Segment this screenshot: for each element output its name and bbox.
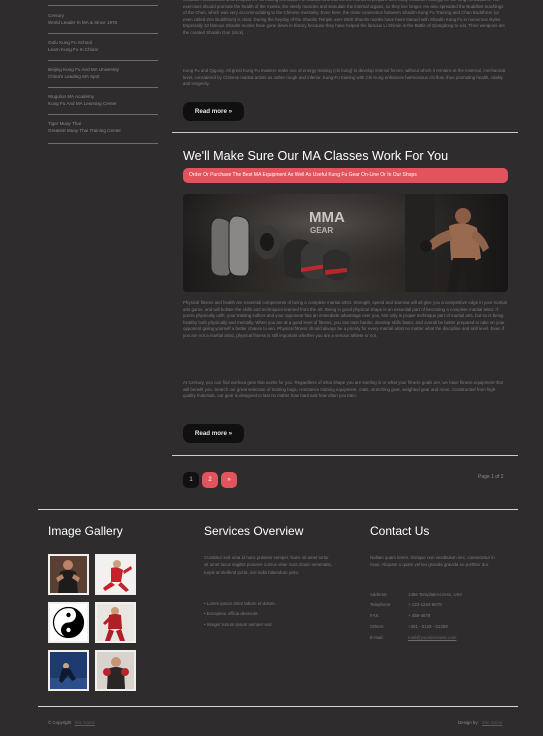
contact-label: Address: [370,592,388,597]
sidebar-item-title: Century [48,13,65,18]
post-divider [172,455,518,456]
sidebar-item-wugulun[interactable]: Wugulun MA Academy Kung Fu And MA Learni… [48,93,158,115]
post-divider [172,132,518,133]
post-title[interactable]: We'll Make Sure Our MA Classes Work For … [183,149,448,163]
gallery-thumb-kung-fu-red[interactable] [95,554,136,595]
gallery-thumb-female-boxer[interactable] [95,650,136,691]
read-more-button[interactable]: Read more » [183,102,244,121]
sidebar-top-divider [48,0,158,6]
sidebar-item-subtitle: Greatest Muay Thai Training Center [48,128,121,133]
page-2-button[interactable]: 2 [202,472,218,488]
services-list: • Lorem ipsum dolor labore et dolore. • … [204,600,332,628]
list-item-text: Excepteur officia deserunt. [206,611,259,617]
contact-address: Address: 1456 TemplateAccess, USA [370,592,462,597]
fighter-woman-image [50,556,87,593]
bottom-divider [38,706,518,707]
sidebar-item-title: Oufu Kung Fu School [48,40,92,45]
list-item-text: Lorem ipsum dolor labore et dolore. [206,601,277,606]
sidebar-item-oufu[interactable]: Oufu Kung Fu School Learn Kung Fu In Chi… [48,39,158,61]
design-by-label: Design by: [458,720,479,725]
contact-text: Nullam quam lorem, tristique non vestibu… [370,555,495,568]
sidebar-item-century[interactable]: Century World Leader In MA & Since 1976 [48,12,158,34]
read-more-button[interactable]: Read more » [183,424,244,443]
sidebar-item-title: Beijing Kung Fu And MA University [48,67,119,72]
sidebar-item-subtitle: China's Leading MA Spot [48,74,100,79]
contact-email: E-mail: mail@yoursitename.com [370,635,456,640]
list-item: • Lorem ipsum dolor labore et dolore. [204,601,277,606]
sidebar: Century World Leader In MA & Since 1976 … [0,0,170,160]
design-credit: Design by: Site Name [458,720,502,725]
next-page-button[interactable]: » [221,472,237,488]
yin-yang-icon [50,604,87,641]
female-boxer-image [97,652,134,689]
sidebar-item-title: Tiger Muay Thai [48,121,81,126]
gallery-heading: Image Gallery [48,524,123,538]
contact-label: E-mail: [370,635,384,640]
list-item-text: Integer rutrum ipsum semper sed. [206,621,273,627]
post1-paragraph-1: condition. Bodhidharma developed the 18 … [183,0,505,35]
sidebar-item-tiger[interactable]: Tiger Muay Thai Greatest Muay Thai Train… [48,120,158,144]
services-text: Curabitur sed urna id nunc pulvinar semp… [204,555,332,575]
contact-label: Others: [370,624,385,629]
contact-value: + 458-4578 [408,613,431,618]
services-heading: Services Overview [204,524,304,538]
mma-gear-illustration: MMA GEAR [183,194,508,292]
sidebar-item-title: Wugulun MA Academy [48,94,95,99]
sidebar-item-subtitle: Learn Kung Fu In China! [48,47,99,52]
page-1-button[interactable]: 1 [183,472,199,488]
image-caption-gear: GEAR [310,226,333,235]
contact-label: Telephone: [370,602,392,607]
copyright-label: © Copyright [48,720,72,725]
contact-label: FAX: [370,613,380,618]
contact-value: +301 - 0125 - 01258 [408,624,448,629]
contact-others: Others: +301 - 0125 - 01258 [370,624,448,629]
email-link[interactable]: mail@yoursitename.com [404,635,456,640]
copyright-text: © Copyright Site Name [48,720,95,725]
design-by-link[interactable]: Site Name [480,720,503,725]
post2-paragraph-2: At Century, you can find workout gear th… [183,380,503,399]
sidebar-item-subtitle: World Leader In MA & Since 1976 [48,20,118,25]
post2-paragraph-1: Physical fitness and health are essentia… [183,300,507,338]
copyright-link[interactable]: Site Name [72,720,95,725]
gallery-thumb-fighter-woman[interactable] [48,554,89,595]
contact-value: + 123-1234-5678 [408,602,442,607]
sidebar-item-subtitle: Kung Fu And MA Learning Center [48,101,117,106]
gallery-thumb-blue-stage[interactable] [48,650,89,691]
kung-fu-red-image [97,556,134,593]
gallery-thumb-martial-artist-red[interactable] [95,602,136,643]
contact-value: 1456 TemplateAccess, USA [408,592,463,597]
mma-gear-image[interactable]: MMA GEAR [183,194,508,292]
contact-fax: FAX: + 458-4578 [370,613,430,618]
post1-paragraph-2: Kung Fu and Qigong. All great Kung Fu ma… [183,68,506,87]
image-caption-mma: MMA [309,209,345,226]
martial-artist-red-image [97,604,134,641]
blue-stage-image [50,652,87,689]
contact-telephone: Telephone: + 123-1234-5678 [370,602,442,607]
contact-heading: Contact Us [370,524,430,538]
list-item: • Integer rutrum ipsum semper sed. [204,621,273,627]
gallery-thumb-yin-yang[interactable] [48,602,89,643]
promo-banner[interactable]: Order Or Purchase The Best MA Equipment … [183,168,508,183]
footer-divider [38,509,518,510]
sidebar-item-beijing[interactable]: Beijing Kung Fu And MA University China'… [48,66,158,88]
list-item: • Excepteur officia deserunt. [204,611,259,617]
page-count-label: Page 1 of 2 [478,474,504,480]
